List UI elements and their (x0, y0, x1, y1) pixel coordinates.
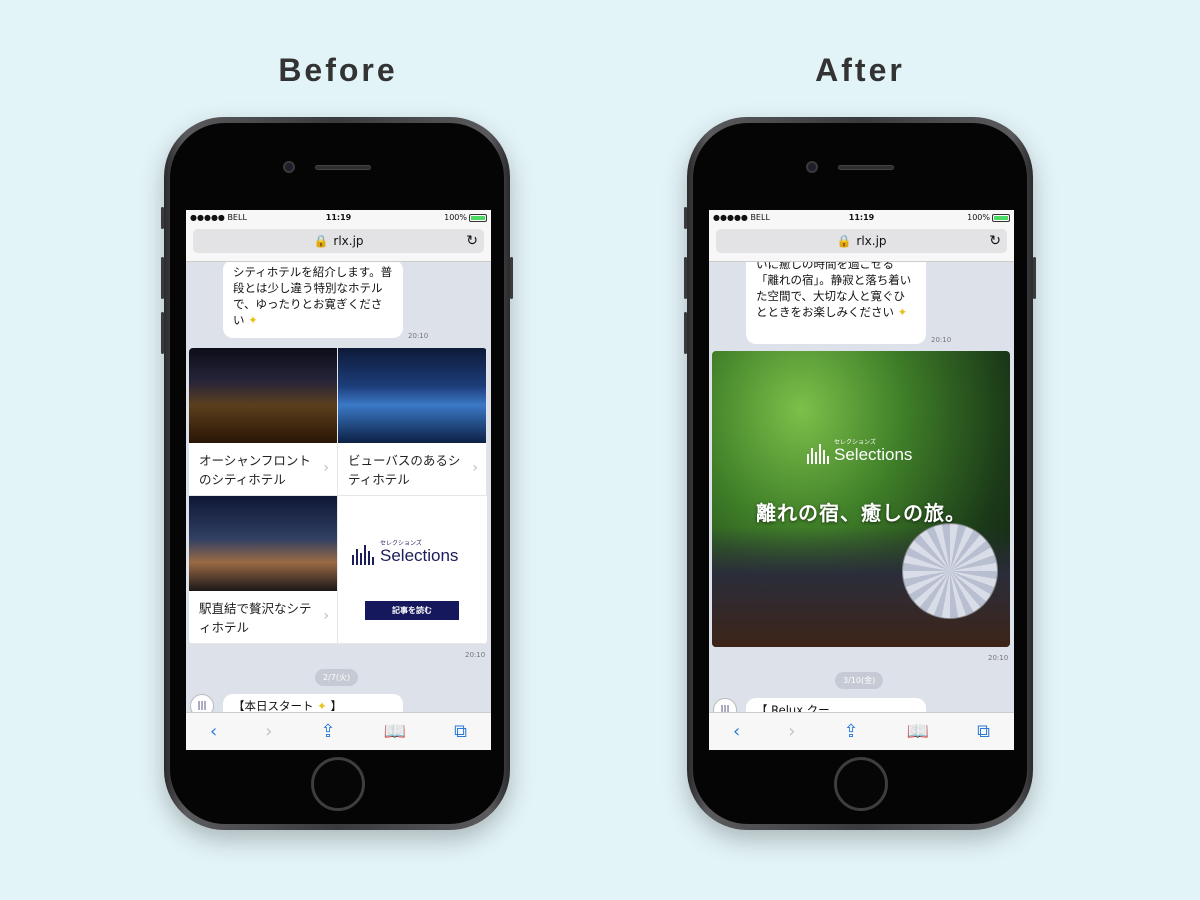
power-button (510, 257, 513, 299)
screen-after: ●●●●● BELL 11:19 100% 🔒 rlx.jp ↻ いに癒しの時間… (709, 210, 1014, 750)
volume-down-button (684, 312, 687, 354)
hotel-item-station[interactable]: 駅直結で贅沢なシティホテル › (189, 496, 338, 644)
home-button[interactable] (311, 757, 365, 811)
hotel-label: オーシャンフロントのシティホテル (199, 453, 311, 487)
phone-face: ●●●●● BELL 11:19 100% 🔒 rlx.jp ↻ シティホテルを… (170, 123, 504, 824)
hotel-photo (189, 496, 337, 591)
earpiece-speaker (315, 165, 371, 170)
avatar: ||| (713, 698, 737, 712)
tabs-icon[interactable]: ⧉ (977, 721, 990, 742)
sparkle-icon: ✦ (897, 305, 908, 319)
clock: 11:19 (848, 213, 875, 222)
phone-after: ●●●●● BELL 11:19 100% 🔒 rlx.jp ↻ いに癒しの時間… (684, 117, 1036, 830)
back-icon[interactable]: ‹ (210, 721, 217, 742)
address-bar: 🔒 rlx.jp ↻ (709, 225, 1014, 262)
hotel-label: ビューバスのあるシティホテル (348, 453, 461, 487)
hotel-label: 駅直結で贅沢なシティホテル (199, 601, 312, 635)
message-time: 20:10 (931, 336, 952, 344)
browser-toolbar: ‹ › ⇪ 📖 ⧉ (186, 712, 491, 750)
message-bubble: 【 Relux クー (746, 698, 926, 712)
reload-icon[interactable]: ↻ (466, 233, 478, 249)
parasol-image (902, 523, 998, 619)
status-bar: ●●●●● BELL 11:19 100% (186, 210, 491, 225)
hotel-photo (338, 348, 486, 443)
hero-time: 20:10 (988, 654, 1009, 662)
message-bubble: 【本日スタート ✦ 】 (223, 694, 403, 712)
hotel-item-viewbath[interactable]: ビューバスのあるシティホテル › (338, 348, 487, 496)
selections-text: Selections (834, 445, 913, 464)
bookmarks-icon[interactable]: 📖 (907, 721, 929, 742)
hotel-carousel-card: オーシャンフロントのシティホテル › ビューバスのあるシティホテル › 駅直結で… (189, 348, 487, 644)
message-bubble: いに癒しの時間を過ごせる 「離れの宿」。静寂と落ち着いた空間で、大切な人と寛ぐひ… (746, 262, 926, 344)
lock-icon: 🔒 (313, 234, 329, 248)
url-field[interactable]: 🔒 rlx.jp ↻ (193, 229, 484, 253)
date-separator: 2/7(火) (315, 669, 359, 686)
card-time: 20:10 (465, 651, 486, 659)
share-icon[interactable]: ⇪ (320, 721, 335, 742)
avatar: ||| (190, 694, 214, 712)
volume-up-button (161, 257, 164, 299)
relux-bars-icon (352, 543, 374, 565)
forward-icon[interactable]: › (788, 721, 795, 742)
mute-switch (161, 207, 164, 229)
chevron-right-icon: › (472, 460, 478, 476)
selections-logo: セレクションズ Selections (807, 439, 912, 464)
volume-down-button (161, 312, 164, 354)
hero-banner[interactable]: セレクションズ Selections 離れの宿、癒しの旅。 (712, 351, 1010, 647)
selections-logo: セレクションズ Selections (352, 540, 458, 565)
message-bubble: シティホテルを紹介します。普段とは少し違う特別なホテルで、ゆったりとお寛ぎくださ… (223, 262, 403, 338)
mute-switch (684, 207, 687, 229)
screen-before: ●●●●● BELL 11:19 100% 🔒 rlx.jp ↻ シティホテルを… (186, 210, 491, 750)
browser-toolbar: ‹ › ⇪ 📖 ⧉ (709, 712, 1014, 750)
home-button[interactable] (834, 757, 888, 811)
front-camera (283, 161, 295, 173)
message-text: 「離れの宿」。静寂と落ち着いた空間で、大切な人と寛ぐひとときをお楽しみください (756, 273, 912, 319)
volume-up-button (684, 257, 687, 299)
selections-text: Selections (380, 546, 459, 565)
before-heading: Before (278, 52, 398, 88)
relux-bars-icon (807, 442, 829, 464)
date-separator: 3/10(金) (835, 672, 884, 689)
chat-area[interactable]: シティホテルを紹介します。普段とは少し違う特別なホテルで、ゆったりとお寛ぎくださ… (186, 262, 491, 712)
selections-cell[interactable]: セレクションズ Selections 記事を読む (338, 496, 487, 644)
phone-before: ●●●●● BELL 11:19 100% 🔒 rlx.jp ↻ シティホテルを… (161, 117, 513, 830)
url-field[interactable]: 🔒 rlx.jp ↻ (716, 229, 1007, 253)
share-icon[interactable]: ⇪ (843, 721, 858, 742)
message-text: 【本日スタート (233, 699, 314, 712)
earpiece-speaker (838, 165, 894, 170)
url-text: rlx.jp (333, 234, 364, 248)
sparkle-icon: ✦ (248, 313, 258, 327)
status-bar: ●●●●● BELL 11:19 100% (709, 210, 1014, 225)
hotel-item-oceanfront[interactable]: オーシャンフロントのシティホテル › (189, 348, 338, 496)
bookmarks-icon[interactable]: 📖 (384, 721, 406, 742)
address-bar: 🔒 rlx.jp ↻ (186, 225, 491, 262)
message-text: 【 Relux クー (756, 703, 830, 712)
after-heading: After (815, 52, 905, 88)
read-article-button[interactable]: 記事を読む (365, 601, 459, 620)
power-button (1033, 257, 1036, 299)
message-text-cut: いに癒しの時間を過ごせる (756, 262, 894, 271)
phone-face: ●●●●● BELL 11:19 100% 🔒 rlx.jp ↻ いに癒しの時間… (693, 123, 1027, 824)
clock: 11:19 (325, 213, 352, 222)
message-time: 20:10 (408, 332, 429, 340)
forward-icon[interactable]: › (265, 721, 272, 742)
chat-area[interactable]: いに癒しの時間を過ごせる 「離れの宿」。静寂と落ち着いた空間で、大切な人と寛ぐひ… (709, 262, 1014, 712)
chevron-right-icon: › (323, 608, 329, 624)
hero-tagline: 離れの宿、癒しの旅。 (756, 501, 966, 525)
back-icon[interactable]: ‹ (733, 721, 740, 742)
url-text: rlx.jp (856, 234, 887, 248)
reload-icon[interactable]: ↻ (989, 233, 1001, 249)
lock-icon: 🔒 (836, 234, 852, 248)
hotel-photo (189, 348, 337, 443)
chevron-right-icon: › (323, 460, 329, 476)
sparkle-icon: ✦ (317, 699, 327, 712)
tabs-icon[interactable]: ⧉ (454, 721, 467, 742)
front-camera (806, 161, 818, 173)
